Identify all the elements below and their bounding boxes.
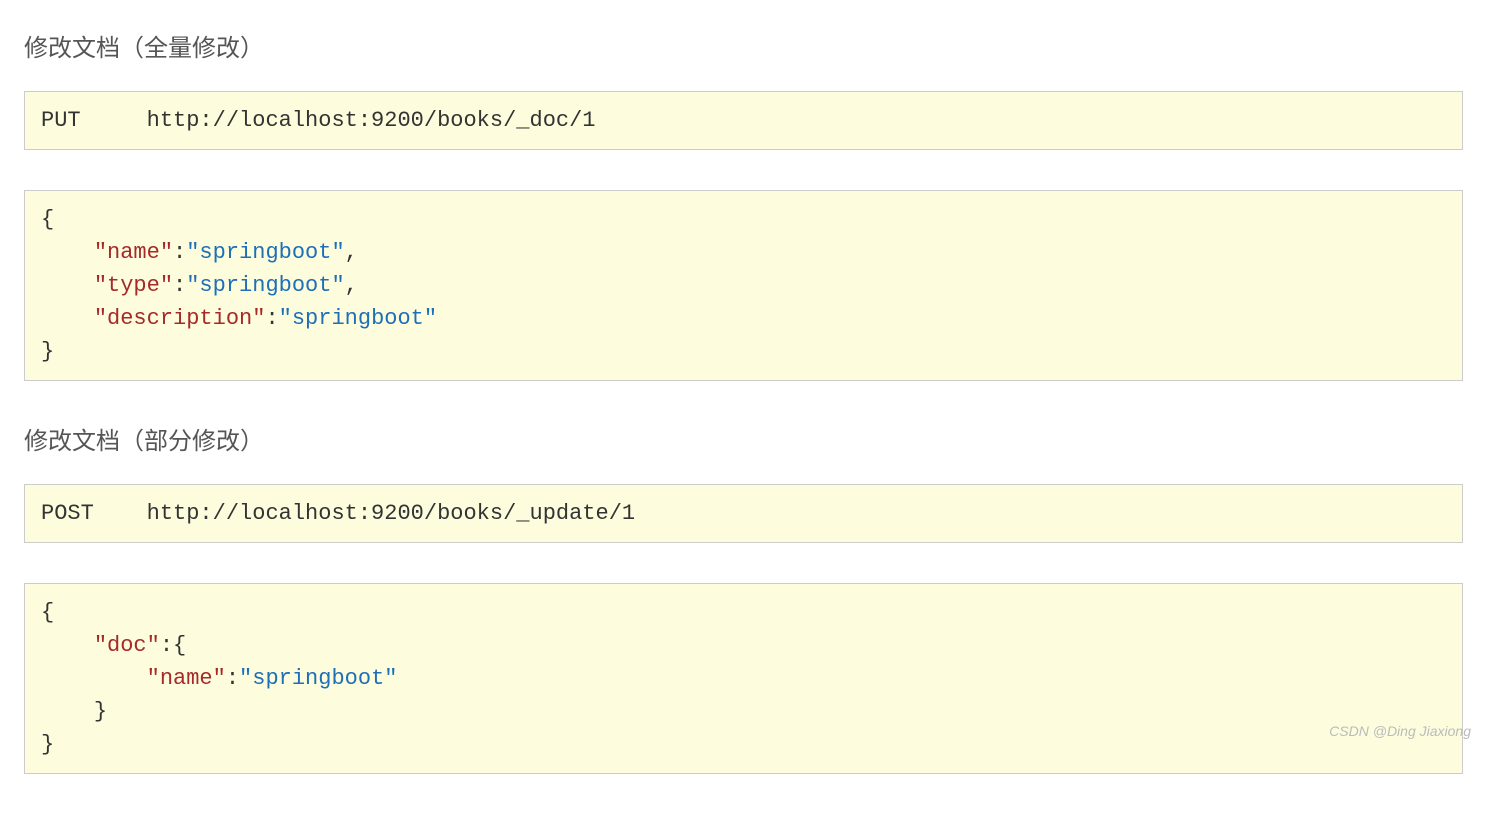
json-comma: , bbox=[345, 240, 358, 265]
section-title-partial-update: 修改文档（部分修改） bbox=[24, 421, 1463, 456]
json-value: "springboot" bbox=[186, 240, 344, 265]
brace-close-inner: } bbox=[94, 699, 107, 724]
brace-close: } bbox=[41, 732, 54, 757]
json-key-doc: "doc" bbox=[94, 633, 160, 658]
http-method-1: PUT bbox=[41, 108, 81, 133]
json-colon: : bbox=[226, 666, 239, 691]
json-colon: : bbox=[160, 633, 173, 658]
request-body-box-1: { "name":"springboot", "type":"springboo… bbox=[24, 190, 1463, 381]
spacer bbox=[81, 108, 147, 133]
brace-open-inner: { bbox=[173, 633, 186, 658]
json-key: "type" bbox=[94, 273, 173, 298]
json-colon: : bbox=[173, 240, 186, 265]
spacer bbox=[94, 501, 147, 526]
http-method-2: POST bbox=[41, 501, 94, 526]
json-colon: : bbox=[173, 273, 186, 298]
watermark-text: CSDN @Ding Jiaxiong bbox=[1329, 723, 1471, 739]
json-colon: : bbox=[265, 306, 278, 331]
request-body-box-2: { "doc":{ "name":"springboot" } } bbox=[24, 583, 1463, 774]
http-url-1: http://localhost:9200/books/_doc/1 bbox=[147, 108, 596, 133]
brace-open: { bbox=[41, 600, 54, 625]
json-value: "springboot" bbox=[279, 306, 437, 331]
json-comma: , bbox=[345, 273, 358, 298]
json-key: "name" bbox=[94, 240, 173, 265]
json-value: "springboot" bbox=[186, 273, 344, 298]
http-url-2: http://localhost:9200/books/_update/1 bbox=[147, 501, 635, 526]
json-key: "name" bbox=[147, 666, 226, 691]
request-line-box-2: POST http://localhost:9200/books/_update… bbox=[24, 484, 1463, 543]
request-line-box-1: PUT http://localhost:9200/books/_doc/1 bbox=[24, 91, 1463, 150]
section-title-full-update: 修改文档（全量修改） bbox=[24, 28, 1463, 63]
json-key: "description" bbox=[94, 306, 266, 331]
json-value: "springboot" bbox=[239, 666, 397, 691]
brace-open: { bbox=[41, 207, 54, 232]
brace-close: } bbox=[41, 339, 54, 364]
